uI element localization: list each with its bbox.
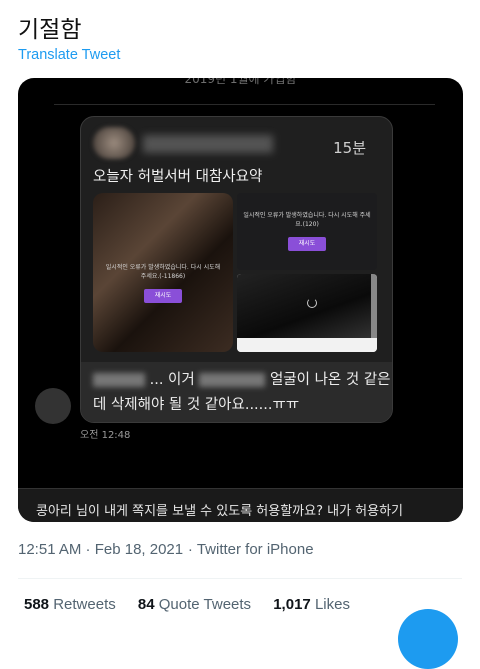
message-time: 오전 12:48 <box>80 430 131 441</box>
compose-tweet-button[interactable] <box>398 609 458 669</box>
message-request-text: 콩아리 님이 내게 쪽지를 보낼 수 있도록 허용할까요? 내가 허용하기 <box>36 504 404 519</box>
quote-tweets-count[interactable]: 84 <box>138 596 155 613</box>
blurred-username <box>143 135 273 153</box>
retry-button: 재시도 <box>288 237 326 251</box>
likes-count[interactable]: 1,017 <box>273 596 311 613</box>
tweet-stats: 588 Retweets 84 Quote Tweets 1,017 Likes <box>24 596 368 613</box>
retweets-count[interactable]: 588 <box>24 596 49 613</box>
tweet-source[interactable]: Twitter for iPhone <box>197 541 314 558</box>
tweet-media[interactable]: 2019년 1월에 가입함 15분 오늘자 허벌서버 대참사요약 일시적인 오류… <box>18 78 463 522</box>
loading-spinner-icon <box>307 298 317 308</box>
post-image-1: 일시적인 오류가 발생하였습니다. 다시 시도해 주세요.(-11866) 재시… <box>93 193 233 352</box>
message-line-2: 데 삭제해야 될 것 같아요......ㅠㅠ <box>93 397 300 413</box>
retry-button: 재시도 <box>144 289 182 303</box>
likes-label[interactable]: Likes <box>315 596 350 613</box>
post-time-ago: 15분 <box>333 139 366 157</box>
post-image-3 <box>237 274 377 352</box>
shared-post-card: 15분 오늘자 허벌서버 대참사요약 일시적인 오류가 발생하였습니다. 다시 … <box>80 116 393 423</box>
quote-tweets-label[interactable]: Quote Tweets <box>159 596 251 613</box>
sender-avatar <box>35 388 71 424</box>
tweet-text: 기절함 <box>18 17 82 43</box>
divider <box>18 578 462 579</box>
error-message: 일시적인 오류가 발생하였습니다. 다시 시도해 주세요.(-11866) <box>105 264 221 280</box>
tweet-timestamp[interactable]: 12:51 AM · Feb 18, 2021 <box>18 541 183 558</box>
error-message: 일시적인 오류가 발생하였습니다. 다시 시도해 주세요.(120) <box>243 212 371 228</box>
message-bubble: ... 이거 얼굴이 나온 것 같은 데 삭제해야 될 것 같아요......ㅠ… <box>81 362 392 422</box>
blurred-text <box>93 373 145 387</box>
post-title: 오늘자 허벌서버 대참사요약 <box>93 169 263 185</box>
join-date-text: 2019년 1월에 가입함 <box>184 78 297 86</box>
message-request-bar: 콩아리 님이 내게 쪽지를 보낼 수 있도록 허용할까요? 내가 허용하기 <box>18 488 463 522</box>
blurred-avatar <box>93 127 135 159</box>
message-line-1: ... 이거 얼굴이 나온 것 같은 <box>93 368 391 389</box>
post-image-2: 일시적인 오류가 발생하였습니다. 다시 시도해 주세요.(120) 재시도 <box>237 193 377 270</box>
divider <box>54 104 435 105</box>
blurred-text <box>199 373 266 387</box>
tweet-meta: 12:51 AM · Feb 18, 2021 · Twitter for iP… <box>18 541 314 558</box>
translate-tweet-link[interactable]: Translate Tweet <box>18 47 120 63</box>
retweets-label[interactable]: Retweets <box>53 596 116 613</box>
